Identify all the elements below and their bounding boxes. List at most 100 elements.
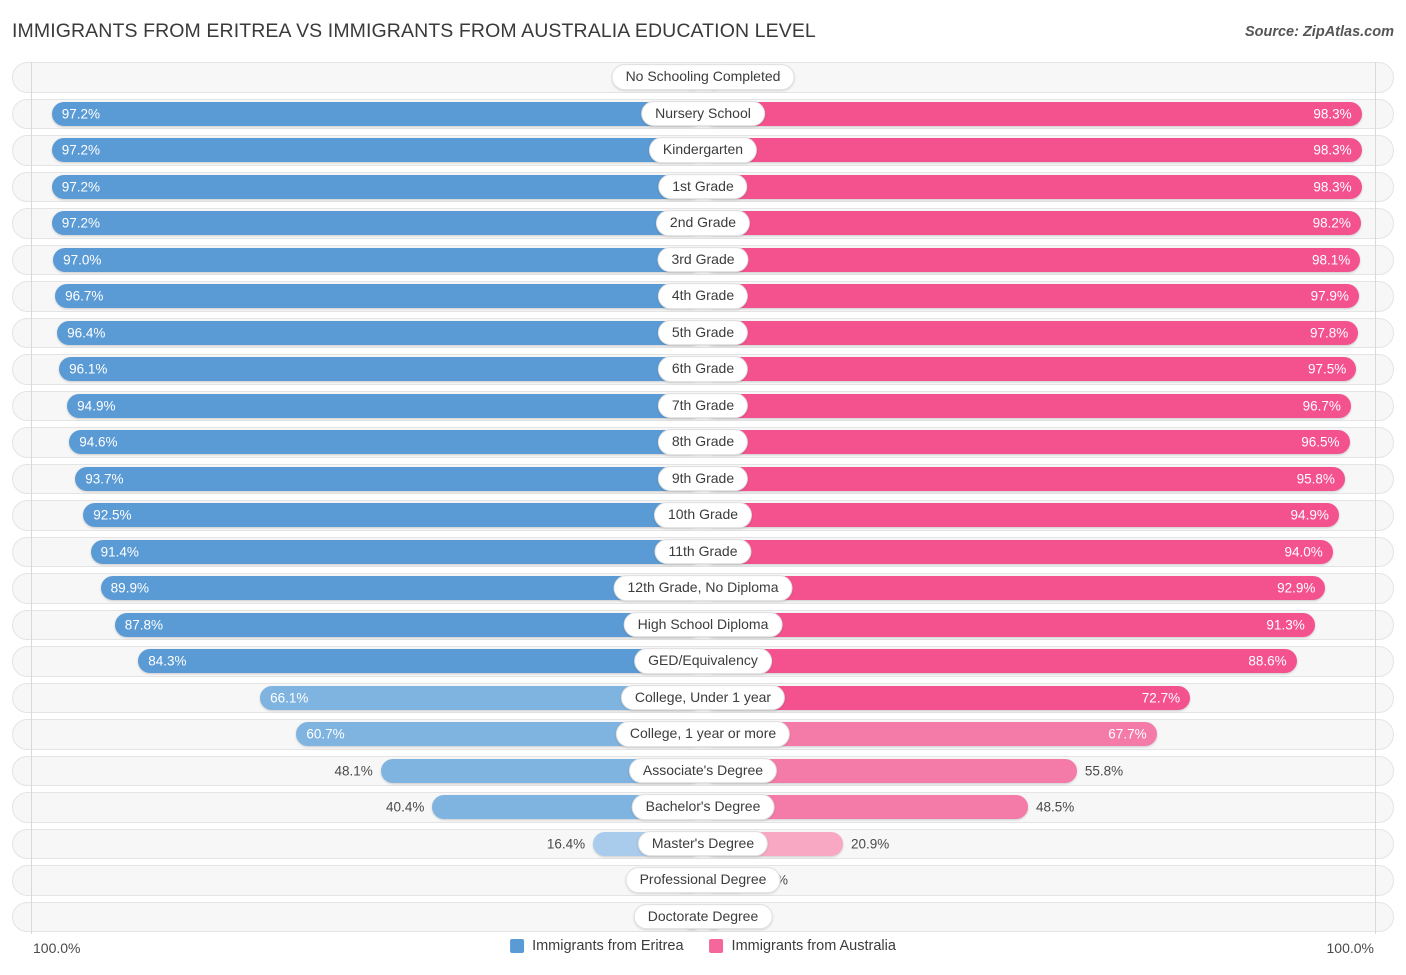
bar-right-australia: 94.0%	[703, 539, 1333, 564]
category-label: 7th Grade	[657, 392, 749, 419]
axis-max-label: 100.0%	[1326, 940, 1374, 956]
chart-row: 97.2% 98.3% Nursery School	[12, 98, 1394, 129]
chart-row: 97.2% 98.2% 2nd Grade	[12, 208, 1394, 239]
bar-right-australia: 98.1%	[703, 247, 1361, 272]
bar-value-left: 94.6%	[79, 434, 118, 450]
category-label: 3rd Grade	[657, 246, 749, 273]
bar-value-left: 97.2%	[61, 105, 101, 121]
bar-value-right: 97.9%	[1310, 288, 1349, 304]
bar-value-left: 91.4%	[100, 543, 139, 559]
bar-value-left: 97.0%	[63, 251, 102, 267]
chart-row: 92.5% 94.9% 10th Grade	[12, 500, 1394, 531]
legend-label: Immigrants from Australia	[731, 938, 896, 954]
bar-value-left: 84.3%	[148, 653, 187, 669]
bar-value-left: 60.7%	[306, 726, 345, 742]
bar-left-eritrea: 93.7%	[75, 466, 703, 491]
legend-item[interactable]: Immigrants from Eritrea	[510, 938, 684, 954]
bar-value-right: 96.5%	[1301, 434, 1340, 450]
category-label: 2nd Grade	[655, 210, 751, 237]
axis-min-label: 100.0%	[33, 940, 81, 956]
bar-right-australia: 97.9%	[703, 284, 1359, 308]
category-label: Professional Degree	[625, 867, 781, 894]
bar-right-australia: 92.9%	[703, 576, 1326, 600]
bar-value-left: 96.7%	[65, 288, 104, 304]
category-label: Associate's Degree	[628, 757, 778, 784]
bar-left-eritrea: 96.1%	[59, 357, 703, 381]
bar-value-left: 97.2%	[61, 215, 101, 231]
bar-value-left: 89.9%	[110, 580, 149, 596]
category-label: 11th Grade	[654, 538, 752, 565]
bar-value-right: 98.1%	[1311, 251, 1351, 267]
bar-left-eritrea: 84.3%	[138, 649, 703, 673]
bar-value-right: 94.9%	[1290, 507, 1329, 523]
chart-row: 97.2% 98.3% 1st Grade	[12, 171, 1394, 202]
category-label: Kindergarten	[648, 137, 758, 164]
bar-value-right: 98.3%	[1313, 178, 1352, 194]
chart-row: 91.4% 94.0% 11th Grade	[12, 536, 1394, 567]
bar-right-australia: 97.8%	[703, 320, 1359, 345]
bar-value-right: 95.8%	[1296, 470, 1335, 486]
bar-value-right: 98.3%	[1313, 105, 1352, 121]
chart-row: 94.6% 96.5% 8th Grade	[12, 427, 1394, 458]
bar-value-left: 96.1%	[69, 361, 108, 377]
bar-value-right: 97.5%	[1307, 361, 1347, 377]
bar-left-eritrea: 94.6%	[69, 430, 703, 454]
category-label: 4th Grade	[657, 283, 749, 310]
bar-left-eritrea: 97.2%	[51, 101, 703, 126]
bar-left-eritrea: 97.0%	[53, 247, 703, 272]
chart-legend: Immigrants from Eritrea Immigrants from A…	[510, 938, 896, 954]
bar-value-right: 92.9%	[1277, 580, 1316, 596]
bar-value-left: 48.1%	[334, 762, 373, 778]
bar-value-left: 96.4%	[67, 324, 106, 340]
chart-row: 2.1%2.8%Doctorate Degree	[12, 901, 1394, 932]
chart-row: 84.3% 88.6% GED/Equivalency	[12, 646, 1394, 677]
bar-right-australia: 91.3%	[703, 612, 1315, 637]
legend-swatch-icon	[510, 939, 525, 953]
category-label: 5th Grade	[657, 319, 749, 346]
bar-value-right: 97.8%	[1309, 324, 1349, 340]
category-label: 1st Grade	[658, 173, 748, 200]
chart-row: 96.7% 97.9% 4th Grade	[12, 281, 1394, 312]
bar-value-left: 94.9%	[77, 397, 116, 413]
bar-value-right: 55.8%	[1084, 762, 1124, 778]
bar-value-right: 98.2%	[1312, 215, 1351, 231]
bar-right-australia: 96.5%	[703, 430, 1350, 454]
bar-value-right: 98.3%	[1313, 142, 1352, 158]
category-label: Doctorate Degree	[633, 903, 773, 930]
chart-row: 96.4% 97.8% 5th Grade	[12, 317, 1394, 348]
chart-row: 97.2% 98.3% Kindergarten	[12, 135, 1394, 166]
category-label: GED/Equivalency	[634, 648, 772, 675]
chart-row: 4.8%6.9%Professional Degree	[12, 865, 1394, 896]
bar-value-left: 66.1%	[270, 689, 309, 705]
legend-item[interactable]: Immigrants from Australia	[709, 938, 896, 954]
chart-row: 94.9% 96.7% 7th Grade	[12, 390, 1394, 421]
bar-right-australia: 88.6%	[703, 649, 1297, 673]
category-label: College, 1 year or more	[615, 721, 791, 748]
chart-row: 89.9% 92.9% 12th Grade, No Diploma	[12, 573, 1394, 604]
bar-left-eritrea: 97.2%	[51, 211, 703, 235]
gridline-right	[1375, 62, 1376, 934]
chart-row: 60.7% 67.7% College, 1 year or more	[12, 719, 1394, 750]
bar-left-eritrea: 96.4%	[57, 320, 703, 345]
chart-footer: 100.0% Immigrants from Eritrea Immigrants…	[12, 938, 1394, 966]
diverging-bar-chart: 2.8%1.7%No Schooling Completed 97.2% 98.3%…	[12, 62, 1394, 934]
bar-left-eritrea: 97.2%	[51, 138, 703, 162]
bar-left-eritrea: 92.5%	[83, 503, 703, 527]
category-label: 6th Grade	[657, 356, 749, 383]
bar-value-left: 97.2%	[61, 142, 101, 158]
bar-value-left: 97.2%	[61, 178, 101, 194]
bar-value-right: 88.6%	[1248, 653, 1287, 669]
category-label: 12th Grade, No Diploma	[613, 575, 793, 602]
chart-row: 40.4% 48.5% Bachelor's Degree	[12, 792, 1394, 823]
category-label: High School Diploma	[623, 611, 783, 638]
bar-right-australia: 96.7%	[703, 393, 1351, 418]
bar-value-left: 92.5%	[93, 507, 132, 523]
chart-row: 97.0% 98.1% 3rd Grade	[12, 244, 1394, 275]
bar-value-right: 94.0%	[1284, 543, 1323, 559]
chart-header: IMMIGRANTS FROM ERITREA VS IMMIGRANTS FR…	[0, 0, 1406, 56]
legend-label: Immigrants from Eritrea	[532, 938, 684, 954]
bar-value-left: 40.4%	[386, 799, 425, 815]
bar-value-right: 91.3%	[1266, 616, 1305, 632]
gridline-left	[31, 62, 32, 934]
category-label: Bachelor's Degree	[631, 794, 775, 821]
